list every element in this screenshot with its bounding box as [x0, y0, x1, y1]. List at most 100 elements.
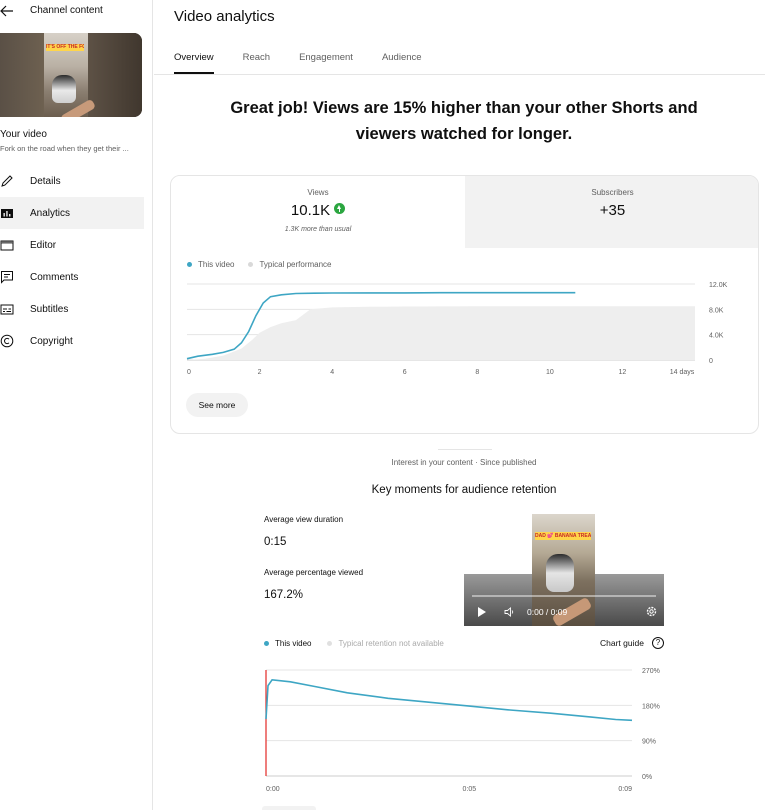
sidebar: Channel content IT'S OFF THE FORK IN THE…	[0, 0, 153, 810]
x-tick-label: 14 days	[670, 369, 695, 376]
up-arrow-icon	[334, 203, 346, 214]
retention-title: Key moments for audience retention	[371, 484, 557, 496]
avg-pct-viewed-label: Average percentage viewed	[264, 568, 364, 577]
thumbnail-dog	[52, 75, 76, 103]
main-content: Video analytics Overview Reach Engagemen…	[154, 0, 765, 810]
legend-this-video: This video	[275, 639, 312, 648]
editor-icon	[0, 240, 14, 251]
tab-reach[interactable]: Reach	[243, 52, 270, 74]
x-tick-label: 4	[330, 369, 334, 376]
sidebar-item-editor[interactable]: Editor	[0, 229, 144, 261]
video-title: Fork on the road when they get their ...	[0, 144, 129, 153]
sidebar-header: Channel content	[0, 2, 150, 20]
analytics-icon	[1, 209, 13, 218]
chart-guide-label: Chart guide	[600, 638, 644, 648]
volume-icon[interactable]	[504, 607, 516, 617]
y-tick-label: 0%	[642, 774, 652, 781]
y-tick-label: 270%	[642, 668, 660, 675]
headline-line-2: viewers watched for longer.	[355, 125, 573, 143]
x-tick-label: 10	[546, 369, 554, 376]
views-value-row: 10.1K	[171, 202, 465, 219]
player-dog	[546, 554, 574, 592]
x-tick-label: 0:05	[463, 786, 477, 793]
subscribers-metric[interactable]: Subscribers +35	[465, 176, 758, 248]
y-tick-label: 180%	[642, 703, 660, 710]
player-progress-bar[interactable]	[472, 595, 656, 597]
see-more-button[interactable]: See more	[186, 393, 248, 417]
legend-this-video-dot	[264, 641, 269, 646]
your-video-label: Your video	[0, 129, 47, 140]
bottom-button-stub[interactable]	[262, 806, 316, 810]
retention-legend: This video Typical retention not availab…	[264, 639, 444, 648]
sidebar-item-label: Comments	[30, 272, 79, 283]
subscribers-value: +35	[599, 202, 626, 219]
x-tick-label: 6	[403, 369, 407, 376]
x-tick-label: 12	[619, 369, 627, 376]
performance-card: Views 10.1K 1.3K more than usual Subscri…	[170, 175, 759, 434]
player-caption: DAD 💕 BANANA TREATS	[535, 532, 591, 540]
x-tick-label: 0:00	[266, 786, 280, 793]
legend-typical-unavailable: Typical retention not available	[338, 639, 444, 648]
gear-icon[interactable]	[645, 605, 658, 618]
legend-typical: Typical performance	[259, 260, 332, 269]
y-tick-label: 12.0K	[709, 282, 728, 289]
sidebar-item-details[interactable]: Details	[0, 165, 144, 197]
views-value: 10.1K	[290, 202, 331, 219]
sidebar-item-subtitles[interactable]: Subtitles	[0, 293, 144, 325]
pencil-icon	[1, 175, 13, 187]
legend-typical-dot	[327, 641, 333, 646]
subtitles-icon	[0, 304, 14, 315]
interest-label: Interest in your content · Since publish…	[391, 458, 537, 467]
avg-view-duration-value: 0:15	[264, 536, 287, 548]
avg-view-duration-label: Average view duration	[264, 515, 344, 524]
avg-pct-viewed-value: 167.2%	[264, 589, 304, 601]
headline-line-1: Great job! Views are 15% higher than you…	[230, 99, 698, 117]
x-tick-label: 2	[258, 369, 262, 376]
retention-chart: 0% 90% 180% 270% 0:00 0:05 0:09	[265, 668, 660, 793]
sidebar-title: Channel content	[30, 5, 103, 16]
sidebar-item-analytics[interactable]: Analytics	[0, 197, 144, 229]
back-arrow-icon[interactable]	[0, 5, 14, 17]
legend-typical-dot	[248, 262, 254, 267]
sidebar-nav: Details Analytics Editor Comments Subtit…	[0, 165, 144, 357]
headline: Great job! Views are 15% higher than you…	[194, 95, 734, 147]
sidebar-item-label: Editor	[30, 240, 57, 251]
tab-engagement[interactable]: Engagement	[299, 52, 353, 74]
y-tick-label: 0	[709, 358, 713, 365]
page-title: Video analytics	[174, 8, 275, 25]
player-time: 0:00 / 0:09	[527, 607, 568, 617]
y-tick-label: 8.0K	[709, 307, 724, 314]
play-icon[interactable]	[478, 607, 486, 617]
views-metric[interactable]: Views 10.1K 1.3K more than usual	[171, 176, 465, 248]
y-tick-label: 90%	[642, 739, 656, 746]
legend-this-video-dot	[187, 262, 192, 267]
typical-performance-area	[187, 306, 695, 360]
thumbnail-caption: IT'S OFF THE FORK IN THE ROAD	[46, 44, 84, 51]
video-thumbnail[interactable]: IT'S OFF THE FORK IN THE ROAD	[0, 33, 142, 117]
x-tick-label: 8	[475, 369, 479, 376]
chart-guide-button[interactable]: Chart guide ?	[600, 637, 664, 649]
sidebar-item-copyright[interactable]: Copyright	[0, 325, 144, 357]
tab-bar: Overview Reach Engagement Audience	[174, 52, 451, 74]
views-performance-chart: 0 4.0K 8.0K 12.0K 0 2 4 6 8 10 12 14 days	[186, 282, 728, 376]
tab-audience[interactable]: Audience	[382, 52, 422, 74]
views-note: 1.3K more than usual	[284, 226, 352, 233]
sidebar-item-label: Analytics	[30, 208, 71, 219]
sidebar-item-comments[interactable]: Comments	[0, 261, 144, 293]
comments-icon	[1, 271, 13, 284]
sidebar-item-label: Subtitles	[30, 304, 69, 315]
help-icon: ?	[651, 637, 664, 649]
sidebar-item-label: Details	[30, 176, 61, 187]
performance-legend: This video Typical performance	[187, 260, 346, 269]
views-label: Views	[307, 188, 329, 197]
y-tick-label: 4.0K	[709, 333, 724, 340]
section-divider	[438, 449, 492, 450]
x-tick-label: 0	[187, 369, 191, 376]
sidebar-item-label: Copyright	[30, 336, 73, 347]
copyright-icon	[0, 334, 14, 348]
tab-overview[interactable]: Overview	[174, 52, 214, 74]
x-tick-label: 0:09	[618, 786, 632, 793]
subscribers-label: Subscribers	[591, 188, 634, 197]
video-player[interactable]: DAD 💕 BANANA TREATS 0:00 / 0:09	[464, 514, 664, 626]
retention-line	[265, 678, 633, 722]
